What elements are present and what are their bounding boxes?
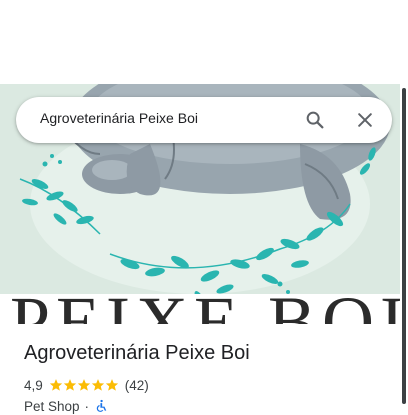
star-rating	[49, 378, 119, 392]
scrollbar[interactable]	[400, 84, 408, 408]
star-icon	[49, 379, 62, 391]
scrollbar-thumb[interactable]	[402, 88, 406, 404]
star-icon	[63, 379, 76, 391]
separator-dot: ·	[84, 398, 90, 414]
rating-row[interactable]: 4,9 (42)	[24, 376, 149, 394]
star-icon	[91, 379, 104, 391]
close-icon	[358, 113, 372, 127]
search-input[interactable]: Agroveterinária Peixe Boi	[40, 110, 198, 126]
rating-value: 4,9	[24, 377, 43, 393]
place-category[interactable]: Pet Shop	[24, 399, 80, 414]
top-blank-area	[0, 0, 408, 84]
clear-search-button[interactable]	[350, 105, 380, 135]
star-icon	[105, 379, 118, 391]
star-icon	[77, 379, 90, 391]
wheelchair-icon	[96, 399, 107, 412]
search-icon	[306, 111, 324, 129]
search-bar[interactable]: Agroveterinária Peixe Boi	[16, 97, 392, 143]
review-count[interactable]: (42)	[125, 378, 149, 393]
search-button[interactable]	[300, 105, 330, 135]
place-title: Agroveterinária Peixe Boi	[24, 342, 250, 364]
hero-logo-text: PEIXE BOI	[10, 282, 400, 324]
category-row: Pet Shop ·	[24, 397, 108, 415]
